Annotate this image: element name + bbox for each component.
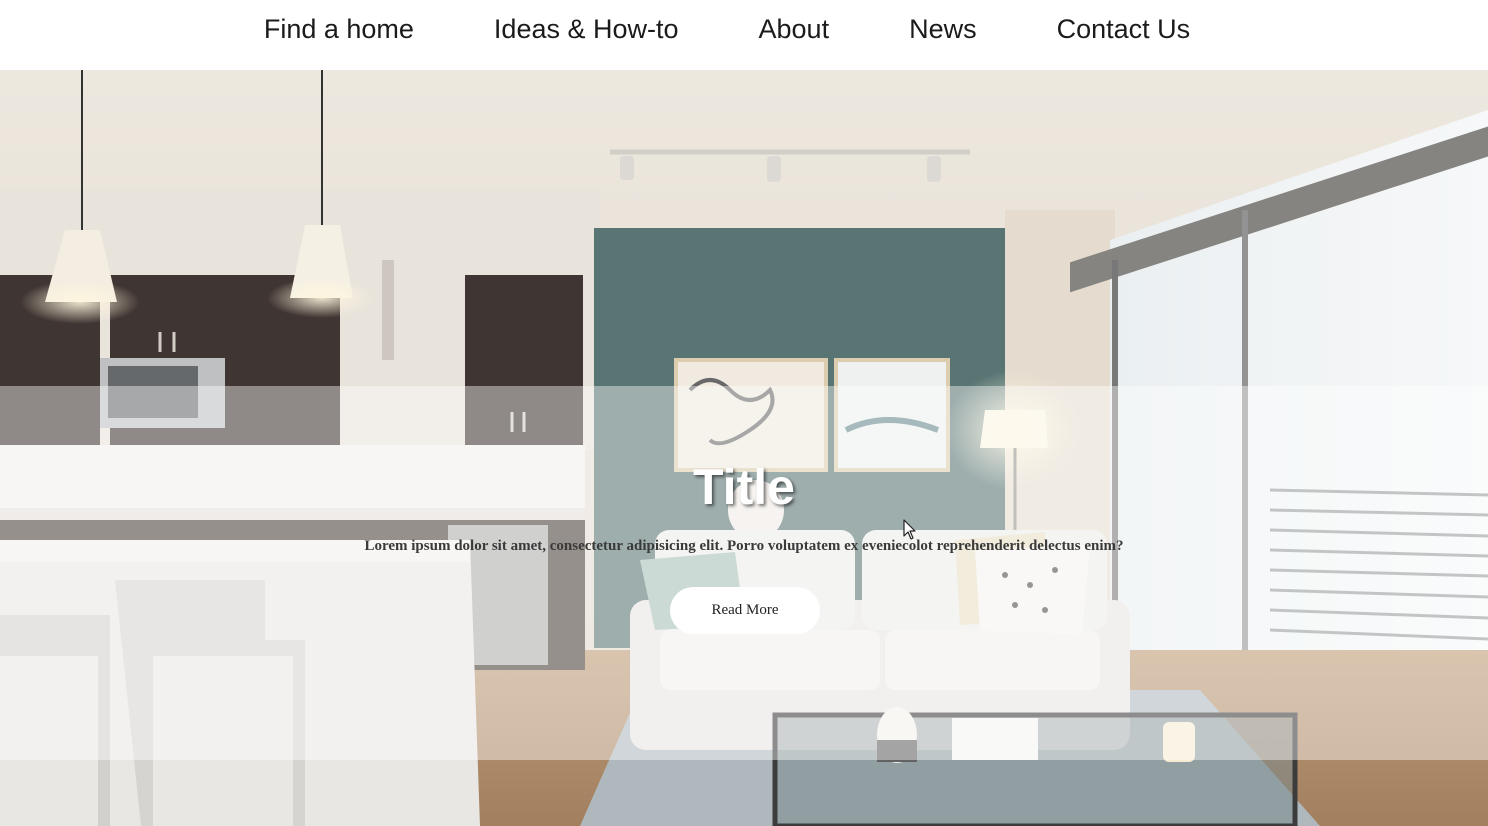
read-more-button[interactable]: Read More <box>670 587 820 634</box>
hero-overlay-band <box>0 386 1488 760</box>
nav-link-news[interactable]: News <box>909 15 977 43</box>
hero-description: Lorem ipsum dolor sit amet, consectetur … <box>364 538 1124 554</box>
nav-link-ideas-how-to[interactable]: Ideas & How-to <box>494 15 679 43</box>
nav-link-contact-us[interactable]: Contact Us <box>1057 15 1191 43</box>
nav-link-about[interactable]: About <box>759 15 830 43</box>
hero-section: Title Lorem ipsum dolor sit amet, consec… <box>0 70 1488 826</box>
mouse-pointer-icon <box>903 519 916 540</box>
nav-link-find-a-home[interactable]: Find a home <box>264 15 414 43</box>
hero-title: Title <box>693 459 795 515</box>
top-navigation: Find a home Ideas & How-to About News Co… <box>0 0 1488 70</box>
